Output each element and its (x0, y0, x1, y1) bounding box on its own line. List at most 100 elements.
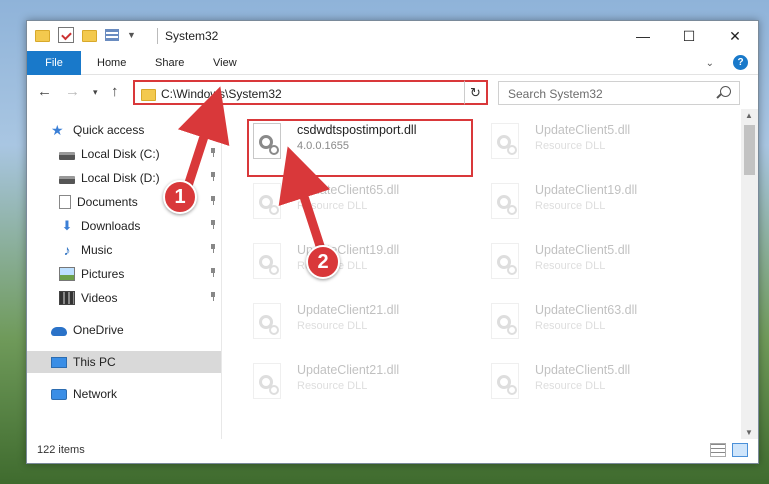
file-description: Resource DLL (535, 320, 606, 332)
file-item[interactable]: UpdateClient5.dll Resource DLL (487, 241, 709, 293)
file-item[interactable]: UpdateClient65.dll Resource DLL (249, 181, 471, 233)
pin-icon[interactable] (209, 268, 217, 277)
pane-divider[interactable] (221, 109, 222, 439)
dll-file-icon (487, 241, 527, 285)
file-name: UpdateClient5.dll (535, 243, 631, 257)
file-description: Resource DLL (535, 200, 606, 212)
tab-file[interactable]: File (27, 51, 81, 75)
search-input[interactable]: Search System32 (498, 81, 740, 105)
file-item[interactable]: UpdateClient21.dll Resource DLL (249, 361, 471, 413)
sidebar-item-this-pc[interactable]: This PC (27, 351, 221, 373)
download-icon: ⬇ (61, 218, 73, 233)
pictures-icon (59, 267, 75, 281)
file-name: UpdateClient5.dll (535, 123, 631, 137)
file-name: UpdateClient21.dll (297, 363, 400, 377)
sidebar-item-label: Downloads (81, 219, 141, 233)
dll-file-icon (249, 181, 289, 225)
sidebar-item-label: Videos (81, 291, 118, 305)
computer-icon (51, 356, 67, 368)
properties-icon[interactable] (58, 27, 74, 43)
address-bar[interactable]: C:\Windows\System32 ⌄ (133, 80, 488, 105)
search-icon[interactable] (720, 86, 731, 97)
window-controls: — ☐ ✕ (620, 21, 758, 51)
file-name: UpdateClient63.dll (535, 303, 638, 317)
back-arrow-icon[interactable]: ← (37, 83, 52, 100)
up-arrow-icon[interactable]: ↑ (111, 83, 119, 100)
sidebar-item-quick-access[interactable]: ★ Quick access (27, 119, 221, 141)
sidebar-item-music[interactable]: ♪ Music (27, 239, 221, 261)
sidebar-item-videos[interactable]: Videos (27, 287, 221, 309)
explorer-window: ▼ System32 — ☐ ✕ File Home Share View ⌄ … (26, 20, 759, 464)
file-name: UpdateClient21.dll (297, 303, 400, 317)
expand-ribbon-icon[interactable]: ⌄ (706, 58, 714, 69)
file-description: Resource DLL (535, 260, 606, 272)
minimize-button[interactable]: — (620, 21, 666, 51)
folder-icon[interactable] (35, 30, 50, 42)
tiles-view-icon[interactable] (732, 443, 748, 457)
title-divider (157, 28, 158, 44)
dll-file-icon (487, 301, 527, 345)
file-item[interactable]: UpdateClient19.dllResource DLL (249, 241, 471, 293)
pin-icon[interactable] (209, 148, 217, 157)
sidebar-item-local-disk-c[interactable]: Local Disk (C:) (27, 143, 221, 165)
file-item[interactable]: UpdateClient5.dll Resource DLL (487, 121, 709, 173)
sidebar-item-label: Local Disk (C:) (81, 147, 160, 161)
tab-view[interactable]: View (213, 57, 237, 69)
forward-arrow-icon[interactable]: → (65, 83, 80, 100)
pin-icon[interactable] (209, 196, 217, 205)
file-description: Resource DLL (535, 140, 606, 152)
new-folder-icon[interactable] (82, 30, 97, 42)
sidebar-item-downloads[interactable]: ⬇ Downloads (27, 215, 221, 237)
file-highlight-box (247, 119, 473, 177)
sidebar-item-label: Music (81, 243, 113, 257)
scrollbar-thumb[interactable] (744, 125, 755, 175)
pin-icon[interactable] (209, 172, 217, 181)
view-icon[interactable] (105, 29, 119, 41)
pin-icon[interactable] (209, 244, 217, 253)
star-icon: ★ (51, 122, 64, 138)
refresh-icon: ↻ (470, 84, 481, 100)
window-title: System32 (165, 29, 219, 43)
music-icon: ♪ (63, 242, 71, 258)
videos-icon (59, 291, 75, 305)
navigation-pane: ★ Quick access Local Disk (C:) Local Dis… (27, 117, 221, 437)
details-view-icon[interactable] (710, 443, 726, 457)
recent-locations-icon[interactable]: ▾ (93, 87, 98, 98)
file-item[interactable]: UpdateClient63.dll Resource DLL (487, 301, 709, 353)
document-icon (59, 195, 71, 209)
vertical-scrollbar[interactable]: ▲ ▼ (741, 109, 758, 439)
network-icon (51, 388, 67, 400)
file-item[interactable]: UpdateClient21.dll Resource DLL (249, 301, 471, 353)
file-name: UpdateClient19.dll (535, 183, 638, 197)
item-count: 122 items (37, 444, 85, 456)
dll-file-icon (487, 361, 527, 405)
help-icon[interactable]: ? (733, 55, 748, 70)
pin-icon[interactable] (209, 292, 217, 301)
tab-share[interactable]: Share (155, 57, 184, 69)
customize-dropdown-icon[interactable]: ▼ (127, 30, 136, 40)
sidebar-item-label: Documents (77, 195, 138, 209)
file-description: Resource DLL (297, 200, 368, 212)
tab-home[interactable]: Home (97, 57, 126, 69)
sidebar-item-label: Network (73, 387, 118, 401)
disk-icon (59, 151, 75, 160)
address-path[interactable]: C:\Windows\System32 (161, 87, 282, 101)
file-item[interactable]: UpdateClient19.dll Resource DLL (487, 181, 709, 233)
file-item[interactable]: UpdateClient5.dll Resource DLL (487, 361, 709, 413)
refresh-button[interactable]: ↻ (464, 80, 488, 105)
sidebar-item-onedrive[interactable]: OneDrive (27, 319, 221, 341)
scroll-down-icon[interactable]: ▼ (745, 428, 753, 437)
pin-icon[interactable] (209, 220, 217, 229)
sidebar-item-label: This PC (73, 355, 116, 369)
scroll-up-icon[interactable]: ▲ (745, 111, 753, 120)
file-description: Resource DLL (535, 380, 606, 392)
dll-file-icon (249, 241, 289, 285)
close-button[interactable]: ✕ (712, 21, 758, 51)
sidebar-item-network[interactable]: Network (27, 383, 221, 405)
file-name: UpdateClient65.dll (297, 183, 400, 197)
maximize-button[interactable]: ☐ (666, 21, 712, 51)
dll-file-icon (249, 361, 289, 405)
cloud-icon (51, 327, 67, 336)
sidebar-item-pictures[interactable]: Pictures (27, 263, 221, 285)
dll-file-icon (249, 301, 289, 345)
